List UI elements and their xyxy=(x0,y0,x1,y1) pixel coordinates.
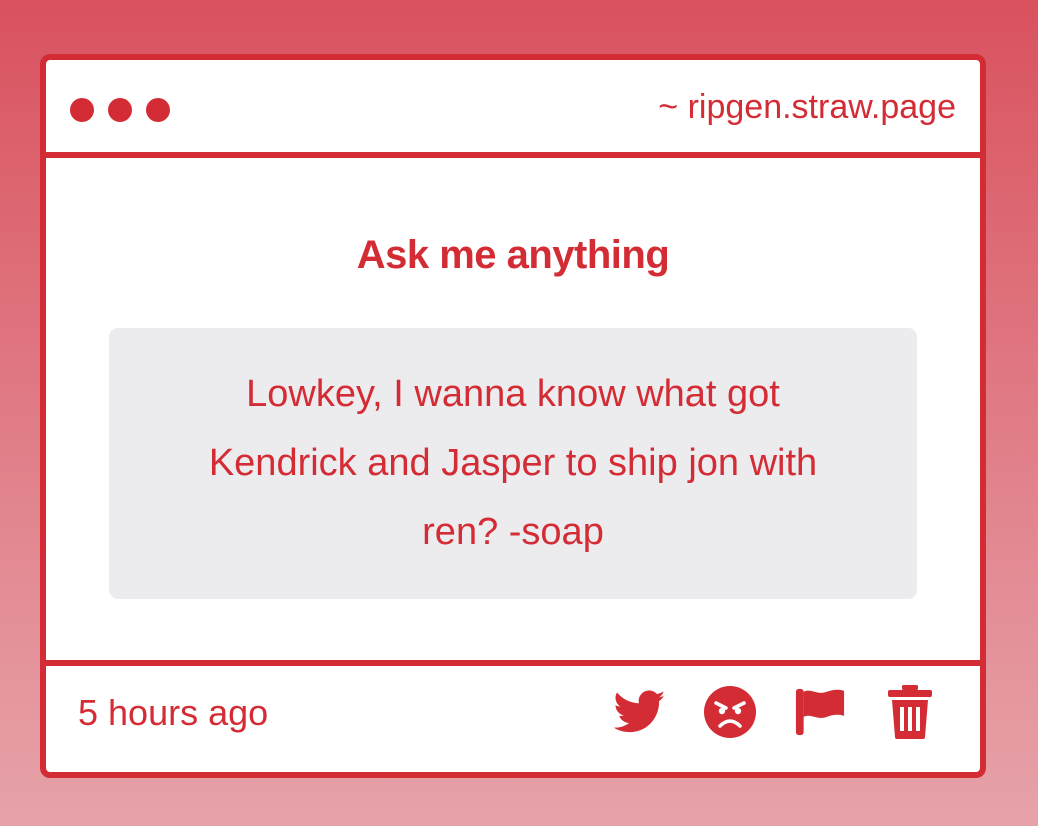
flag-icon xyxy=(795,688,845,736)
report-button[interactable] xyxy=(794,686,846,738)
share-twitter-button[interactable] xyxy=(614,686,666,738)
question-text: Lowkey, I wanna know what got Kendrick a… xyxy=(208,373,818,553)
react-angry-button[interactable] xyxy=(704,686,756,738)
question-card: ~ ripgen.straw.page Ask me anything Lowk… xyxy=(40,54,986,778)
action-bar xyxy=(614,685,936,739)
page-url: ~ ripgen.straw.page xyxy=(658,88,956,126)
window-titlebar: ~ ripgen.straw.page xyxy=(46,60,980,158)
twitter-icon xyxy=(614,690,666,733)
window-dot-2 xyxy=(108,98,132,122)
angry-face-icon xyxy=(704,686,756,738)
question-box: Lowkey, I wanna know what got Kendrick a… xyxy=(109,328,917,599)
card-footer: 5 hours ago xyxy=(46,660,980,772)
timestamp: 5 hours ago xyxy=(78,692,269,733)
window-dot-1 xyxy=(70,98,94,122)
trash-icon xyxy=(888,685,932,739)
card-content: Ask me anything Lowkey, I wanna know wha… xyxy=(46,158,980,666)
page-title: Ask me anything xyxy=(356,233,670,277)
window-dot-3 xyxy=(146,98,170,122)
delete-button[interactable] xyxy=(884,685,936,739)
window-dots xyxy=(70,98,170,122)
